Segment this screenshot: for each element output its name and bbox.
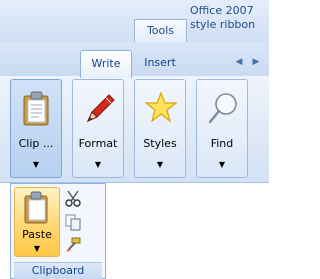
chevron-down-icon: ▼	[156, 160, 164, 169]
format-painter-icon[interactable]	[64, 236, 82, 254]
chevron-down-icon: ▼	[33, 244, 41, 253]
pencil-icon	[87, 94, 115, 122]
format-dropdown-button[interactable]: Format ▼	[72, 79, 124, 178]
clipboard-button-label: Clip ...	[18, 137, 54, 150]
chevron-down-icon: ▼	[218, 160, 226, 169]
paste-button[interactable]: Paste ▼	[14, 187, 60, 257]
clipboard-icon	[23, 91, 49, 126]
copy-icon[interactable]	[64, 213, 82, 231]
magnifier-icon	[208, 93, 237, 124]
clipboard-group-label: Clipboard	[14, 262, 102, 279]
tab-scroll-left-icon[interactable]: ◀	[233, 55, 245, 69]
star-icon	[144, 91, 178, 123]
tab-write[interactable]: Write	[80, 50, 132, 78]
tab-scroll-right-icon[interactable]: ▶	[250, 55, 262, 69]
styles-dropdown-button[interactable]: Styles ▼	[134, 79, 186, 178]
scissors-icon[interactable]	[64, 189, 82, 207]
clipboard-icon	[24, 191, 48, 224]
chevron-down-icon: ▼	[94, 160, 102, 169]
tab-insert[interactable]: Insert	[134, 50, 186, 77]
paste-label: Paste	[22, 228, 52, 241]
chevron-down-icon: ▼	[32, 160, 40, 169]
find-button-label: Find	[210, 137, 234, 150]
format-button-label: Format	[78, 137, 118, 150]
clipboard-dropdown-button[interactable]: Clip ... ▼	[10, 79, 62, 178]
styles-button-label: Styles	[143, 137, 177, 150]
contextual-tab-tools[interactable]: Tools	[134, 19, 187, 42]
window-title: Office 2007 style ribbon	[190, 4, 256, 31]
find-dropdown-button[interactable]: Find ▼	[196, 79, 248, 178]
